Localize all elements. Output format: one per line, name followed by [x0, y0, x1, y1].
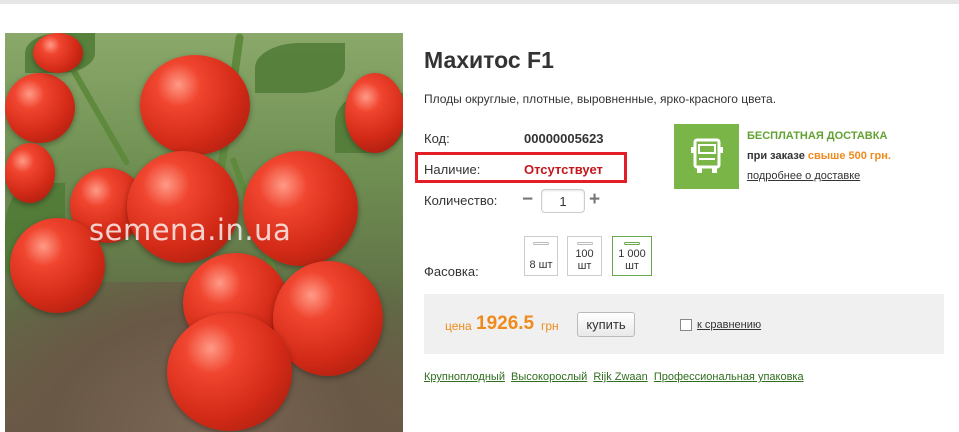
compare-label[interactable]: к сравнению: [697, 319, 761, 331]
quantity-increase-button[interactable]: +: [589, 190, 600, 209]
truck-icon: [690, 138, 723, 173]
tag-link[interactable]: Высокорослый: [511, 371, 587, 383]
price-label: цена: [445, 319, 472, 333]
pack-option-label-top: 1 000: [618, 248, 646, 260]
product-description: Плоды округлые, плотные, выровненные, яр…: [424, 92, 777, 106]
code-label: Код:: [424, 131, 450, 146]
product-image: semena.in.ua: [5, 33, 403, 432]
tag-link[interactable]: Rijk Zwaan: [593, 371, 647, 383]
delivery-title: БЕСПЛАТНАЯ ДОСТАВКА: [747, 130, 888, 142]
price-currency: грн: [541, 319, 559, 333]
compare-checkbox[interactable]: [680, 319, 692, 331]
delivery-details-link[interactable]: подробнее о доставке: [747, 170, 860, 182]
delivery-badge: [674, 124, 739, 189]
product-title: Махитос F1: [424, 47, 554, 73]
pack-option-label-bottom: шт: [577, 260, 592, 272]
tag-link[interactable]: Крупноплодный: [424, 371, 505, 383]
price-value: 1926.5: [476, 313, 535, 334]
pack-option-label-top: 100: [575, 248, 594, 260]
quantity-input[interactable]: [541, 189, 585, 213]
stock-label: Наличие:: [424, 162, 481, 177]
buy-button[interactable]: купить: [577, 312, 635, 337]
pack-option-8[interactable]: 8 шт: [524, 236, 558, 276]
code-value: 00000005623: [524, 131, 604, 146]
image-watermark: semena.in.ua: [89, 213, 292, 247]
quantity-decrease-button[interactable]: −: [522, 190, 533, 209]
pack-option-100[interactable]: 100 шт: [567, 236, 602, 276]
tag-list: Крупноплодный Высокорослый Rijk Zwaan Пр…: [424, 371, 807, 383]
top-border: [0, 0, 959, 4]
quantity-label: Количество:: [424, 193, 498, 208]
stock-value: Отсутствует: [524, 162, 603, 177]
pack-option-label: 8 шт: [529, 259, 553, 271]
tag-link[interactable]: Профессиональная упаковка: [654, 371, 804, 383]
pack-option-1000[interactable]: 1 000 шт: [612, 236, 652, 276]
pack-option-label-bottom: шт: [625, 260, 639, 272]
delivery-condition: при заказе свыше 500 грн.: [747, 150, 891, 162]
pack-label: Фасовка:: [424, 264, 479, 279]
